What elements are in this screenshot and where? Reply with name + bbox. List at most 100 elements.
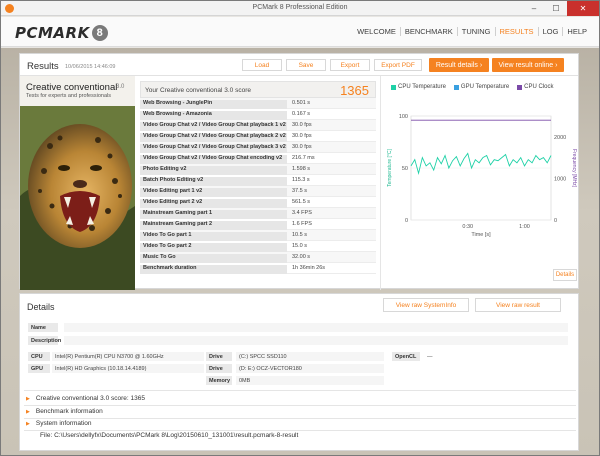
result-details-label: Result details xyxy=(435,61,478,69)
expander-score[interactable]: ▶ Creative conventional 3.0 score: 1365 xyxy=(26,395,145,402)
save-button[interactable]: Save xyxy=(286,59,326,71)
score-row: Photo Editing v2 1.598 s xyxy=(140,164,376,175)
score-row-name: Music To Go xyxy=(140,254,287,263)
score-row-name: Photo Editing v2 xyxy=(140,166,287,175)
score-row-value: 37.5 s xyxy=(292,188,307,194)
expander-label: Creative conventional 3.0 score: 1365 xyxy=(35,395,145,402)
legend-swatch xyxy=(391,84,396,90)
score-row: Video Group Chat v2 / Video Group Chat e… xyxy=(140,153,376,164)
view-raw-systeminfo-button[interactable]: View raw SystemInfo xyxy=(383,298,469,312)
score-row-name: Video To Go part 2 xyxy=(140,243,287,252)
score-row-name: Video Editing part 2 v2 xyxy=(140,199,287,208)
score-row: Web Browsing - Amazonia 0.167 s xyxy=(140,109,376,120)
expander-label: System information xyxy=(35,420,92,427)
legend-gpu-temperature[interactable]: GPU Temperature xyxy=(453,84,509,90)
score-row: Mainstream Gaming part 2 1.6 FPS xyxy=(140,219,376,230)
gpu-label: GPU xyxy=(28,364,50,373)
close-button[interactable]: ✕ xyxy=(567,1,599,16)
opencl-value: — xyxy=(427,354,433,360)
score-row-name: Video Editing part 1 v2 xyxy=(140,188,287,197)
drive2-value: (D: E:) OCZ-VECTOR180 xyxy=(236,364,384,373)
chevron-right-icon: › xyxy=(479,61,483,69)
expander-benchmark-info[interactable]: ▶ Benchmark information xyxy=(26,408,103,415)
score-row: Video Editing part 2 v2 561.5 s xyxy=(140,197,376,208)
chevron-right-icon: › xyxy=(555,61,558,69)
score-row: Video To Go part 2 15.0 s xyxy=(140,241,376,252)
window-controls: – ☐ ✕ xyxy=(523,1,599,16)
maximize-button[interactable]: ☐ xyxy=(545,1,567,16)
score-rows: Web Browsing - JunglePin 0.501 s Web Brows… xyxy=(140,98,376,274)
load-button[interactable]: Load xyxy=(242,59,282,71)
score-row: Video Group Chat v2 / Video Group Chat p… xyxy=(140,142,376,153)
score-row-name: Benchmark duration xyxy=(140,265,287,274)
score-row: Web Browsing - JunglePin 0.501 s xyxy=(140,98,376,109)
y-right-axis-label: Frequency [MHz] xyxy=(571,149,577,188)
nav-results[interactable]: RESULTS xyxy=(494,27,538,36)
benchmark-image xyxy=(20,76,135,290)
leopard-photo xyxy=(20,76,135,290)
logo-text: PCMARK xyxy=(15,24,90,42)
nav-benchmark[interactable]: BENCHMARK xyxy=(399,27,457,36)
chart-legend: CPU Temperature GPU Temperature CPU Cloc… xyxy=(391,84,562,90)
results-panel: Results 10/06/2015 14:46:09 Load Save Ex… xyxy=(19,53,580,290)
y-left-tick-label: 100 xyxy=(399,114,408,120)
score-row-name: Video To Go part 1 xyxy=(140,232,287,241)
cpu-label: CPU xyxy=(28,352,50,361)
score-row-value: 1.598 s xyxy=(292,166,311,172)
y-right-tick-label: 1000 xyxy=(554,176,566,182)
name-value xyxy=(64,323,568,332)
y-right-tick-label: 0 xyxy=(554,218,557,224)
minimize-button[interactable]: – xyxy=(523,1,545,16)
drive1-value: (C:) SPCC SSD110 xyxy=(236,352,384,361)
expander-label: Benchmark information xyxy=(35,408,103,415)
legend-swatch xyxy=(453,84,459,90)
name-label: Name xyxy=(28,323,58,332)
score-row: Video Group Chat v2 / Video Group Chat p… xyxy=(140,131,376,142)
divider xyxy=(24,418,576,419)
app-window: PCMark 8 Professional Edition – ☐ ✕ PCMA… xyxy=(0,0,600,456)
legend-label: CPU Clock xyxy=(524,84,554,90)
divider xyxy=(24,430,576,431)
description-value xyxy=(64,336,568,345)
score-row-name: Web Browsing - Amazonia xyxy=(140,111,287,120)
nav-log[interactable]: LOG xyxy=(537,27,563,36)
nav-bar: PCMARK 8 WELCOME BENCHMARK TUNING RESULT… xyxy=(1,17,599,47)
score-row-value: 3.4 FPS xyxy=(292,210,312,216)
nav-welcome[interactable]: WELCOME xyxy=(353,27,400,36)
score-row: Music To Go 32.00 s xyxy=(140,252,376,263)
score-row-name: Mainstream Gaming part 2 xyxy=(140,221,287,230)
expander-system-info[interactable]: ▶ System information xyxy=(26,420,92,427)
nav-help[interactable]: HELP xyxy=(562,27,591,36)
legend-cpu-clock[interactable]: CPU Clock xyxy=(517,84,554,90)
score-row: Batch Photo Editing v2 115.3 s xyxy=(140,175,376,186)
results-header: Results 10/06/2015 14:46:09 Load Save Ex… xyxy=(20,54,578,76)
x-tick-label: 1:00 xyxy=(519,224,530,230)
expand-arrow-icon: ▶ xyxy=(26,408,30,415)
legend-cpu-temperature[interactable]: CPU Temperature xyxy=(391,84,446,90)
score-row-value: 0.501 s xyxy=(292,100,311,106)
view-raw-result-button[interactable]: View raw result xyxy=(475,298,561,312)
export-button[interactable]: Export xyxy=(330,59,370,71)
monitoring-chart: CPU Temperature GPU Temperature CPU Cloc… xyxy=(380,76,580,290)
expand-arrow-icon: ▶ xyxy=(26,420,30,427)
view-online-button[interactable]: View result online › xyxy=(492,58,564,72)
nav-tuning[interactable]: TUNING xyxy=(456,27,495,36)
window-title: PCMark 8 Professional Edition xyxy=(252,4,348,11)
y-left-tick-label: 50 xyxy=(402,166,408,172)
result-details-button[interactable]: Result details › xyxy=(429,58,489,72)
score-row-value: 1.6 FPS xyxy=(292,221,312,227)
score-row: Video Editing part 1 v2 37.5 s xyxy=(140,186,376,197)
score-row-value: 32.00 s xyxy=(292,254,311,260)
result-file-path: File: C:\Users\dellyfx\Documents\PCMark … xyxy=(40,432,299,439)
score-row-name: Video Group Chat v2 / Video Group Chat e… xyxy=(140,155,287,164)
score-row-value: 1h 36min 26s xyxy=(292,265,326,271)
y-right-tick-label: 2000 xyxy=(554,135,566,141)
score-row-value: 15.0 s xyxy=(292,243,307,249)
export-pdf-button[interactable]: Export PDF xyxy=(374,59,422,71)
score-row-name: Video Group Chat v2 / Video Group Chat p… xyxy=(140,133,287,142)
score-row-value: 30.0 fps xyxy=(292,144,312,150)
legend-label: CPU Temperature xyxy=(398,84,446,90)
score-row-name: Video Group Chat v2 / Video Group Chat p… xyxy=(140,122,287,131)
divider xyxy=(24,405,576,406)
chart-details-button[interactable]: Details xyxy=(553,269,577,281)
